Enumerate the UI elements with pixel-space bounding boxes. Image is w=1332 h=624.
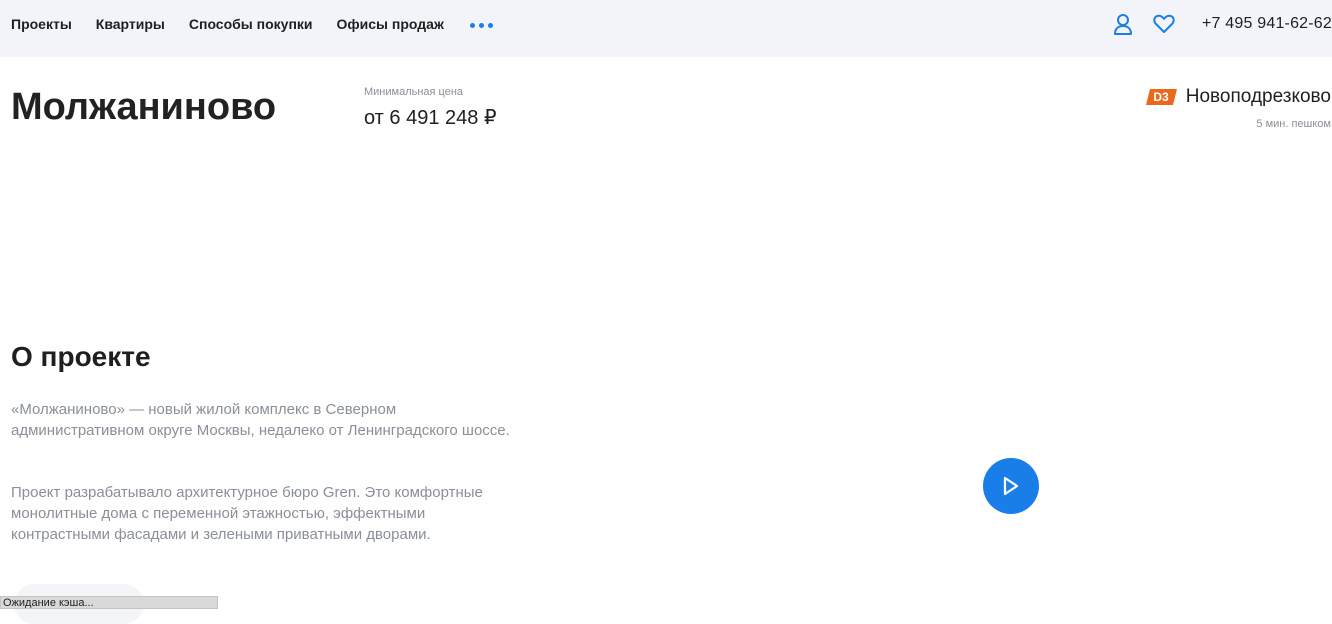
phone-link[interactable]: +7 495 941-62-62 <box>1202 15 1332 33</box>
nav-item-sales-offices[interactable]: Офисы продаж <box>337 16 444 32</box>
more-dots-icon[interactable] <box>469 17 493 33</box>
about-heading: О проекте <box>11 341 151 372</box>
main-nav: Проекты Квартиры Способы покупки Офисы п… <box>11 0 493 48</box>
metro-walk-time: 5 мин. пешком <box>1256 118 1331 130</box>
price-value: от 6 491 248 ₽ <box>364 107 497 129</box>
metro-station: D3 Новоподрезково <box>1145 86 1331 108</box>
price-label: Минимальная цена <box>364 86 464 98</box>
top-navigation-bar: Проекты Квартиры Способы покупки Офисы п… <box>0 0 1332 57</box>
metro-station-name: Новоподрезково <box>1185 86 1331 107</box>
nav-item-purchase-methods[interactable]: Способы покупки <box>189 16 313 32</box>
metro-line-badge-icon: D3 <box>1145 89 1177 105</box>
about-paragraph: «Молжаниново» — новый жилой комплекс в С… <box>11 401 510 439</box>
play-icon <box>1003 476 1019 496</box>
heart-icon[interactable] <box>1152 12 1176 36</box>
header-actions: +7 495 941-62-62 <box>1111 0 1332 48</box>
about-paragraph: Проект разрабатывало архитектурное бюро … <box>11 484 483 543</box>
video-play-button[interactable] <box>983 458 1039 514</box>
nav-item-apartments[interactable]: Квартиры <box>96 16 165 32</box>
metro-line-label: D3 <box>1153 90 1169 104</box>
user-icon[interactable] <box>1111 12 1135 36</box>
project-title: Молжаниново <box>11 86 277 128</box>
nav-item-projects[interactable]: Проекты <box>11 16 72 32</box>
browser-status-bar: Ожидание кэша... <box>0 596 218 609</box>
